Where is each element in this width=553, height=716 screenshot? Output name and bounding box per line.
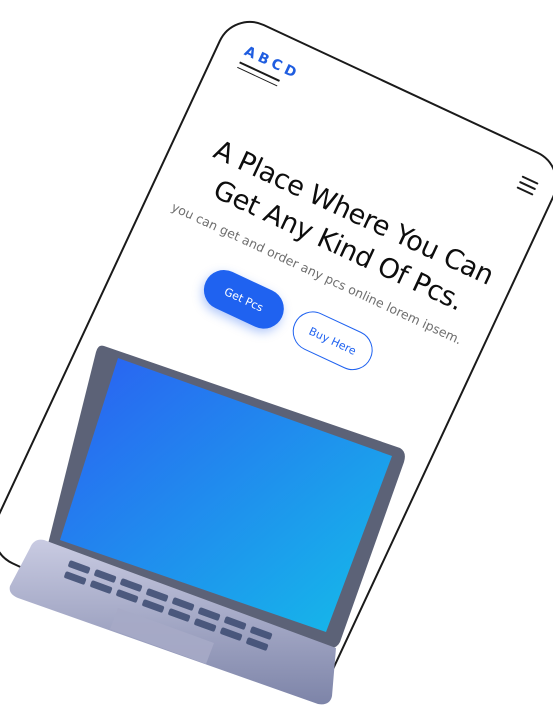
phone-frame: ABCD A Place Where You Can Get Any Kind … bbox=[0, 9, 553, 707]
hamburger-icon[interactable] bbox=[515, 175, 539, 199]
get-pcs-button[interactable]: Get Pcs bbox=[197, 263, 291, 336]
buy-here-button[interactable]: Buy Here bbox=[286, 304, 380, 377]
